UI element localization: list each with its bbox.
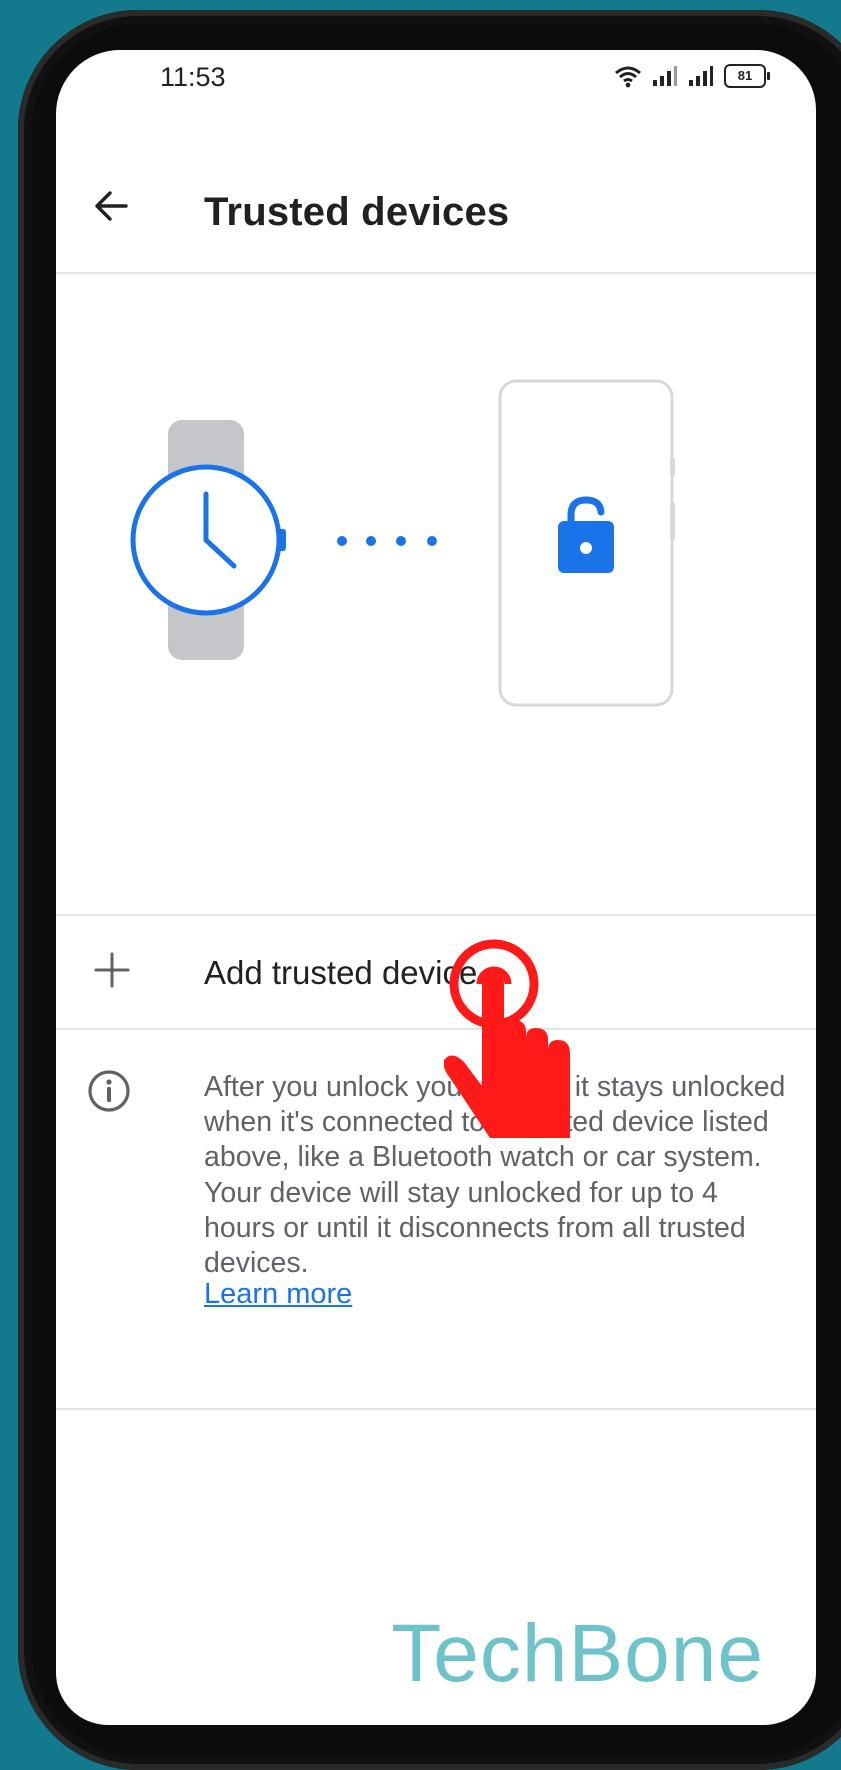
- info-icon: [88, 1070, 130, 1112]
- signal-icon: [653, 66, 677, 86]
- back-button[interactable]: [86, 180, 138, 232]
- phone-locked-icon: [498, 379, 675, 707]
- info-paragraph-2: Your device will stay unlocked for up to…: [204, 1177, 746, 1279]
- info-section: After you unlock your phone, it stays un…: [56, 1030, 816, 1410]
- signal-icon-2: [689, 66, 713, 86]
- status-bar: 11:53 81: [56, 50, 816, 120]
- plus-icon: [94, 952, 130, 988]
- watermark-logo: TechBone: [391, 1608, 764, 1699]
- screen: 11:53 81 Trusted devices Add trusted dev…: [56, 50, 816, 1725]
- page-title: Trusted devices: [204, 190, 510, 234]
- wifi-icon: [615, 66, 641, 88]
- add-trusted-device-row[interactable]: Add trusted device: [56, 916, 816, 1030]
- tap-hand-icon: [444, 939, 570, 1138]
- add-trusted-device-label: Add trusted device: [204, 954, 478, 991]
- connection-dots: [337, 536, 437, 546]
- battery-icon: 81: [724, 64, 770, 88]
- learn-more-link[interactable]: Learn more: [204, 1278, 352, 1311]
- arrow-back-icon: [95, 191, 128, 221]
- status-time: 11:53: [160, 62, 226, 92]
- smartwatch-icon: [130, 420, 286, 660]
- app-bar: Trusted devices: [56, 120, 816, 274]
- status-icons: 81: [614, 64, 770, 88]
- illustration: [56, 274, 816, 916]
